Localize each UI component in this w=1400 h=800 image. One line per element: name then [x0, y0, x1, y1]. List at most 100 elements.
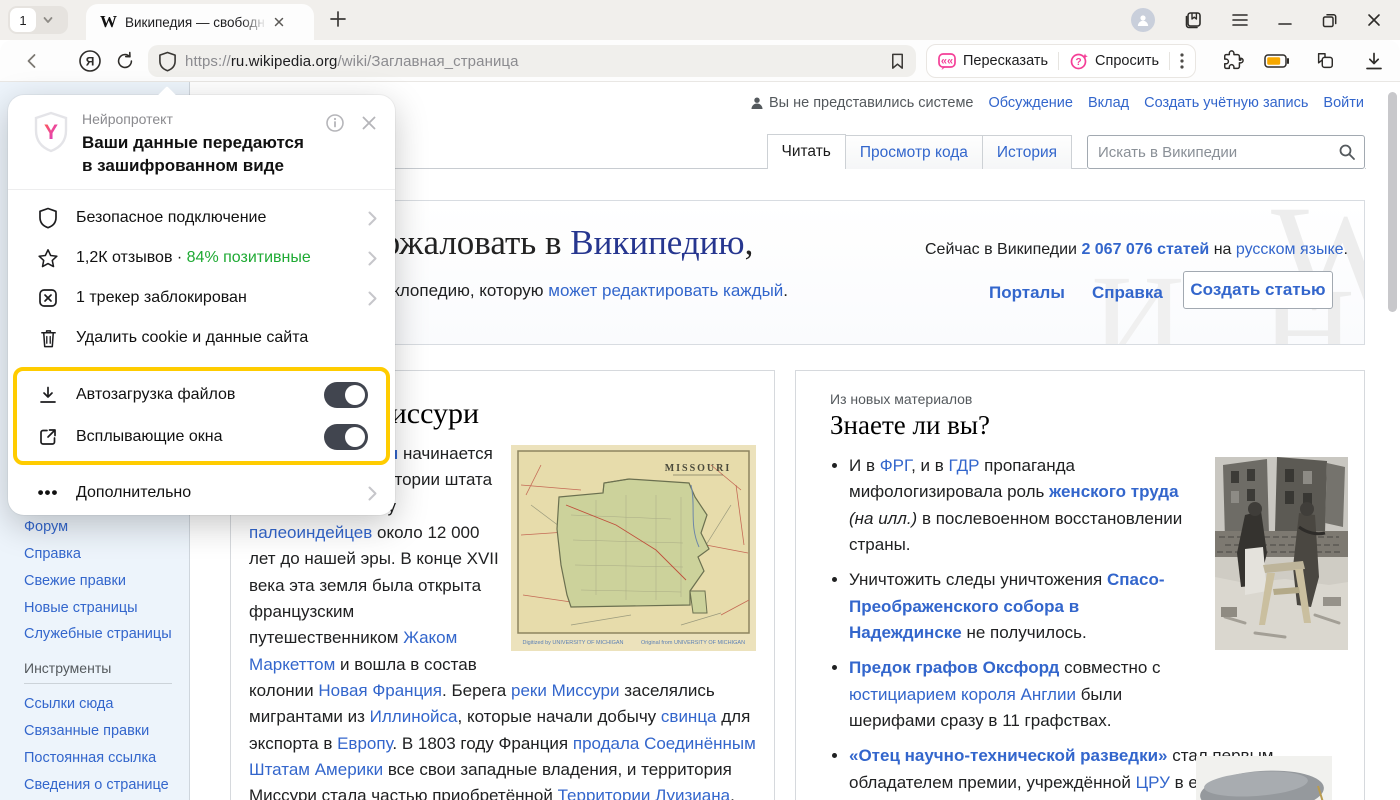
ai-more-icon[interactable] — [1170, 45, 1194, 77]
wiki-link[interactable]: Иллинойса — [370, 707, 458, 726]
wiki-link[interactable]: свинца — [661, 707, 717, 726]
minimize-icon[interactable] — [1277, 12, 1293, 28]
sidebar-link[interactable]: Справка — [24, 545, 172, 564]
search-input[interactable] — [1087, 135, 1365, 169]
reviews-row[interactable]: 1,2К отзывов · 84% позитивные — [8, 238, 395, 278]
text-segment: ru.wikipedia.org — [231, 53, 338, 70]
missouri-map-image[interactable]: MISSOURI Digitized by UNIVERSITY OF MICH… — [511, 445, 756, 651]
dyk-photo-women-rubble[interactable] — [1215, 457, 1348, 650]
close-window-icon[interactable] — [1366, 12, 1382, 28]
wiki-link[interactable]: реки Миссури — [511, 681, 619, 700]
ask-button[interactable]: ? Спросить — [1059, 45, 1169, 77]
retell-button[interactable]: «« Пересказать — [927, 45, 1058, 77]
sidebar-link[interactable]: Новые страницы — [24, 599, 172, 618]
ellipsis-icon: ••• — [36, 483, 60, 503]
restore-window-icon[interactable] — [1321, 12, 1338, 29]
svg-text:?: ? — [1075, 57, 1081, 68]
address-bar[interactable]: https://ru.wikipedia.org/wiki/Заглавная_… — [148, 45, 916, 77]
ask-icon: ? — [1069, 51, 1089, 71]
back-icon[interactable] — [22, 51, 42, 71]
tab-view-source[interactable]: Просмотр кода — [845, 135, 983, 169]
shield-icon — [36, 207, 60, 229]
extensions-icon[interactable] — [1222, 50, 1244, 72]
wiki-link[interactable]: женского труда — [1049, 482, 1178, 501]
popup-window-icon — [36, 427, 60, 447]
wiki-link[interactable]: ФРГ — [880, 456, 911, 475]
wiki-link[interactable]: ГДР — [949, 456, 980, 475]
more-row[interactable]: ••• Дополнительно — [8, 471, 395, 515]
wiki-link[interactable]: Европу — [337, 734, 392, 753]
reload-icon[interactable] — [114, 50, 136, 72]
tab-history[interactable]: История — [982, 135, 1072, 169]
sidebar-tool-link[interactable]: Связанные правки — [24, 722, 172, 741]
info-icon[interactable] — [325, 113, 345, 133]
sidebar-tool-link[interactable]: Сведения о странице — [24, 776, 172, 795]
tab-read[interactable]: Читать — [767, 134, 846, 169]
tab-close-icon[interactable] — [273, 16, 285, 28]
close-popup-icon[interactable] — [359, 113, 379, 133]
new-tab-button[interactable] — [328, 9, 348, 29]
wiki-link[interactable]: палеоиндейцев — [249, 523, 372, 542]
tab-counter[interactable]: 1 — [8, 6, 68, 34]
text-segment: Сейчас в Википедии — [925, 241, 1081, 258]
portals-link[interactable]: Порталы — [989, 283, 1065, 303]
chevron-right-icon — [368, 291, 377, 306]
wiki-link[interactable]: ЦРУ — [1136, 773, 1170, 792]
wiki-search[interactable] — [1087, 135, 1365, 169]
protect-shield-icon[interactable] — [158, 51, 177, 72]
personal-link[interactable]: Обсуждение — [988, 95, 1072, 111]
sidebar-link[interactable]: Служебные страницы — [24, 625, 172, 644]
sidebar-tool-link[interactable]: Постоянная ссылка — [24, 749, 172, 768]
search-icon[interactable] — [1338, 143, 1356, 161]
browser-topbar: 1 W Википедия — свободн — [0, 0, 1400, 40]
create-article-button[interactable]: Создать статью — [1183, 271, 1333, 309]
chevron-down-icon[interactable] — [42, 14, 54, 26]
dyk-photo-airship[interactable] — [1196, 756, 1332, 800]
browser-toolbar: Я https://ru.wikipedia.org/wiki/Заглавна… — [0, 40, 1400, 82]
personal-link[interactable]: Войти — [1323, 95, 1364, 111]
sidebar-link[interactable]: Форум — [24, 518, 172, 537]
collections-icon[interactable] — [1314, 51, 1336, 71]
help-link[interactable]: Справка — [1092, 283, 1163, 303]
personal-bar: Вы не представились системе Обсуждение Вк… — [750, 95, 1364, 111]
auto-download-row[interactable]: Автозагрузка файлов — [17, 374, 386, 416]
tab-title: Википедия — свободн — [125, 15, 267, 30]
wiki-link[interactable]: «Отец научно-технической разведки» — [849, 746, 1168, 765]
text-segment: 84% позитивные — [187, 249, 311, 266]
browser-tab[interactable]: W Википедия — свободн — [86, 4, 314, 40]
chevron-right-icon — [368, 486, 377, 501]
article-count-line: Сейчас в Википедии 2 067 076 статей на р… — [925, 241, 1348, 259]
secure-connection-row[interactable]: Безопасное подключение — [8, 198, 395, 238]
yandex-icon[interactable]: Я — [78, 49, 102, 73]
anon-user: Вы не представились системе — [750, 95, 974, 111]
sidebar-link[interactable]: Свежие правки — [24, 572, 172, 591]
auto-download-toggle[interactable] — [324, 382, 368, 408]
popups-row[interactable]: Всплывающие окна — [17, 416, 386, 458]
wiki-link[interactable]: Новая Франция — [318, 681, 442, 700]
wiki-link[interactable]: 2 067 076 статей — [1081, 241, 1209, 258]
sidebar-tool-link[interactable]: Ссылки сюда — [24, 695, 172, 714]
bookmarks-panel-icon[interactable] — [1183, 10, 1203, 30]
tracker-row[interactable]: 1 трекер заблокирован — [8, 278, 395, 318]
text-segment: . В 1803 году Франция — [392, 734, 572, 753]
wiki-link[interactable]: Территории Луизиана — [558, 786, 730, 800]
personal-link[interactable]: Создать учётную запись — [1144, 95, 1308, 111]
wiki-link[interactable]: может редактировать каждый — [548, 281, 783, 300]
scrollbar-thumb[interactable] — [1388, 92, 1397, 312]
profile-avatar[interactable] — [1131, 8, 1155, 32]
wiki-link[interactable]: юстициарием короля Англии — [849, 685, 1076, 704]
text-segment: на — [1209, 241, 1236, 258]
wiki-link[interactable]: русском языке — [1236, 241, 1344, 258]
battery-icon[interactable] — [1264, 53, 1290, 69]
personal-link[interactable]: Вклад — [1088, 95, 1129, 111]
wiki-link[interactable]: Предок графов Оксфорд — [849, 658, 1059, 677]
popups-toggle[interactable] — [324, 424, 368, 450]
delete-cookies-row[interactable]: Удалить cookie и данные сайта — [8, 318, 395, 358]
menu-icon[interactable] — [1231, 12, 1249, 28]
dyk-item: И в ФРГ, и в ГДР пропаганда мифологизиро… — [849, 453, 1187, 558]
downloads-icon[interactable] — [1364, 51, 1384, 71]
bookmark-icon[interactable] — [889, 52, 906, 71]
welcome-banner: W И Н З Добро пожаловать в Википедию, св… — [230, 200, 1365, 345]
text-segment: . Берега — [442, 681, 511, 700]
tab-count-badge[interactable]: 1 — [10, 8, 36, 32]
